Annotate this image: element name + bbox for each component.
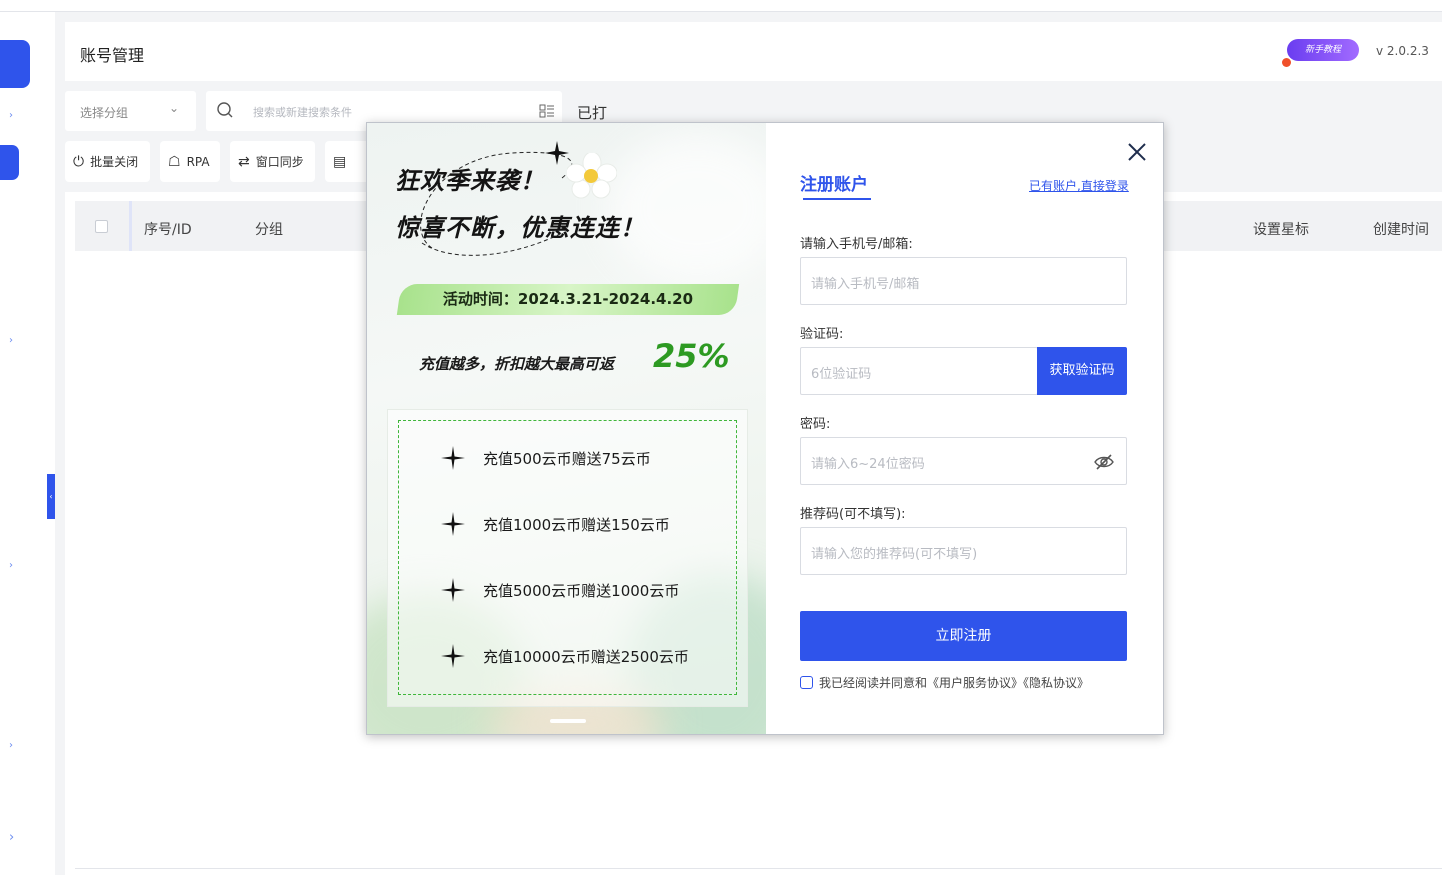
password-field[interactable]: 请输入6~24位密码 (800, 437, 1127, 485)
password-label: 密码: (800, 417, 831, 432)
sparkle-icon (441, 446, 465, 470)
tab-register[interactable]: 注册账户 (800, 170, 868, 195)
power-icon: ⏻ (73, 153, 85, 170)
chevron-right-icon[interactable]: › (9, 110, 13, 121)
rpa-label: RPA (186, 154, 210, 169)
column-created[interactable]: 创建时间 (1373, 219, 1429, 239)
tutorial-button[interactable]: 新手教程 (1287, 39, 1359, 61)
sidebar-collapse-handle[interactable]: ‹ (47, 474, 55, 519)
offer-item: 充值5000云币赠送1000云币 (441, 578, 679, 602)
carousel-indicator[interactable] (550, 719, 586, 723)
chevron-down-icon: ⌄ (169, 101, 180, 115)
chevron-right-icon[interactable]: › (9, 830, 14, 845)
version-label: v 2.0.2.3 (1376, 44, 1429, 58)
phone-placeholder: 请输入手机号/邮箱 (811, 277, 920, 292)
window-sync-label: 窗口同步 (255, 155, 304, 169)
batch-close-label: 批量关闭 (90, 155, 139, 169)
star-sparkle-icon (545, 141, 569, 165)
flower-icon (567, 153, 617, 199)
activity-time: 活动时间：2024.3.21-2024.4.20 (442, 290, 694, 308)
top-bar (0, 0, 1442, 12)
divider (75, 868, 1442, 869)
chevron-right-icon[interactable]: › (9, 335, 13, 346)
column-id[interactable]: 序号/ID (144, 219, 192, 239)
sparkle-icon (441, 512, 465, 536)
search-placeholder: 搜索或新建搜索条件 (253, 106, 352, 119)
filter-settings-icon[interactable] (539, 103, 555, 119)
sync-icon: ⇄ (238, 153, 250, 170)
promo-panel: 狂欢季来袭！ 惊喜不断，优惠连连！ 活动时间：2024.3.21-2024.4.… (367, 123, 766, 734)
phone-email-field[interactable]: 请输入手机号/邮箱 (800, 257, 1127, 305)
agreement-row: 我已经阅读并同意和《用户服务协议》《隐私协议》 (800, 674, 1089, 691)
chevron-right-icon[interactable]: › (9, 560, 13, 571)
register-modal: 狂欢季来袭！ 惊喜不断，优惠连连！ 活动时间：2024.3.21-2024.4.… (366, 122, 1164, 735)
get-code-button[interactable]: 获取验证码 (1037, 347, 1127, 395)
column-divider (129, 201, 132, 251)
agreement-checkbox[interactable] (800, 676, 813, 689)
offer-item: 充值1000云币赠送150云币 (441, 512, 670, 536)
code-label: 验证码: (800, 327, 844, 342)
close-icon[interactable] (1126, 141, 1148, 163)
phone-label: 请输入手机号/邮箱: (800, 237, 913, 252)
select-all-checkbox[interactable] (95, 220, 108, 233)
sidebar: › › › › › (0, 12, 55, 875)
promo-subheadline: 惊喜不断，优惠连连！ (395, 214, 645, 242)
rocket-icon (1282, 58, 1291, 67)
referral-label: 推荐码(可不填写): (800, 507, 906, 522)
page-title: 账号管理 (80, 46, 145, 65)
column-group[interactable]: 分组 (255, 219, 283, 239)
offer-item: 充值500云币赠送75云币 (441, 446, 651, 470)
column-star[interactable]: 设置星标 (1253, 219, 1309, 239)
offer-text: 充值1000云币赠送150云币 (483, 515, 670, 534)
register-submit-button[interactable]: 立即注册 (800, 611, 1127, 661)
password-placeholder: 请输入6~24位密码 (811, 457, 925, 472)
sidebar-active-item[interactable] (0, 40, 30, 88)
sparkle-icon (441, 578, 465, 602)
referral-placeholder: 请输入您的推荐码(可不填写) (811, 547, 978, 562)
search-icon (217, 102, 233, 118)
robot-icon: ☖ (168, 153, 181, 170)
group-select[interactable]: 选择分组 ⌄ (65, 91, 196, 131)
promo-headline: 狂欢季来袭！ (395, 167, 545, 195)
code-placeholder: 6位验证码 (811, 367, 872, 382)
rebate-percent: 25% (653, 337, 730, 375)
rpa-button[interactable]: ☖ RPA (160, 141, 220, 182)
layout-icon: ▤ (333, 153, 347, 170)
offer-text: 充值10000云币赠送2500云币 (483, 647, 689, 666)
sparkle-icon (441, 644, 465, 668)
agreement-text[interactable]: 我已经阅读并同意和《用户服务协议》《隐私协议》 (819, 674, 1089, 691)
verification-code-field[interactable]: 6位验证码 (800, 347, 1038, 395)
referral-code-field[interactable]: 请输入您的推荐码(可不填写) (800, 527, 1127, 575)
chevron-right-icon[interactable]: › (9, 740, 13, 751)
register-form: 注册账户 已有账户,直接登录 请输入手机号/邮箱: 请输入手机号/邮箱 验证码:… (766, 123, 1163, 734)
group-select-placeholder: 选择分组 (80, 106, 129, 120)
login-link[interactable]: 已有账户,直接登录 (1029, 177, 1129, 194)
offer-text: 充值500云币赠送75云币 (483, 449, 651, 468)
offer-text: 充值5000云币赠送1000云币 (483, 581, 680, 600)
window-sync-button[interactable]: ⇄ 窗口同步 (230, 141, 315, 182)
rebate-text: 充值越多，折扣越大最高可返 (419, 355, 615, 373)
page-header: 账号管理 新手教程 v 2.0.2.3 (65, 22, 1442, 81)
eye-off-icon[interactable] (1093, 451, 1115, 473)
batch-close-button[interactable]: ⏻ 批量关闭 (65, 141, 150, 182)
tab-underline (803, 198, 871, 200)
offer-item: 充值10000云币赠送2500云币 (441, 644, 689, 668)
sidebar-sub-item[interactable] (0, 145, 19, 180)
